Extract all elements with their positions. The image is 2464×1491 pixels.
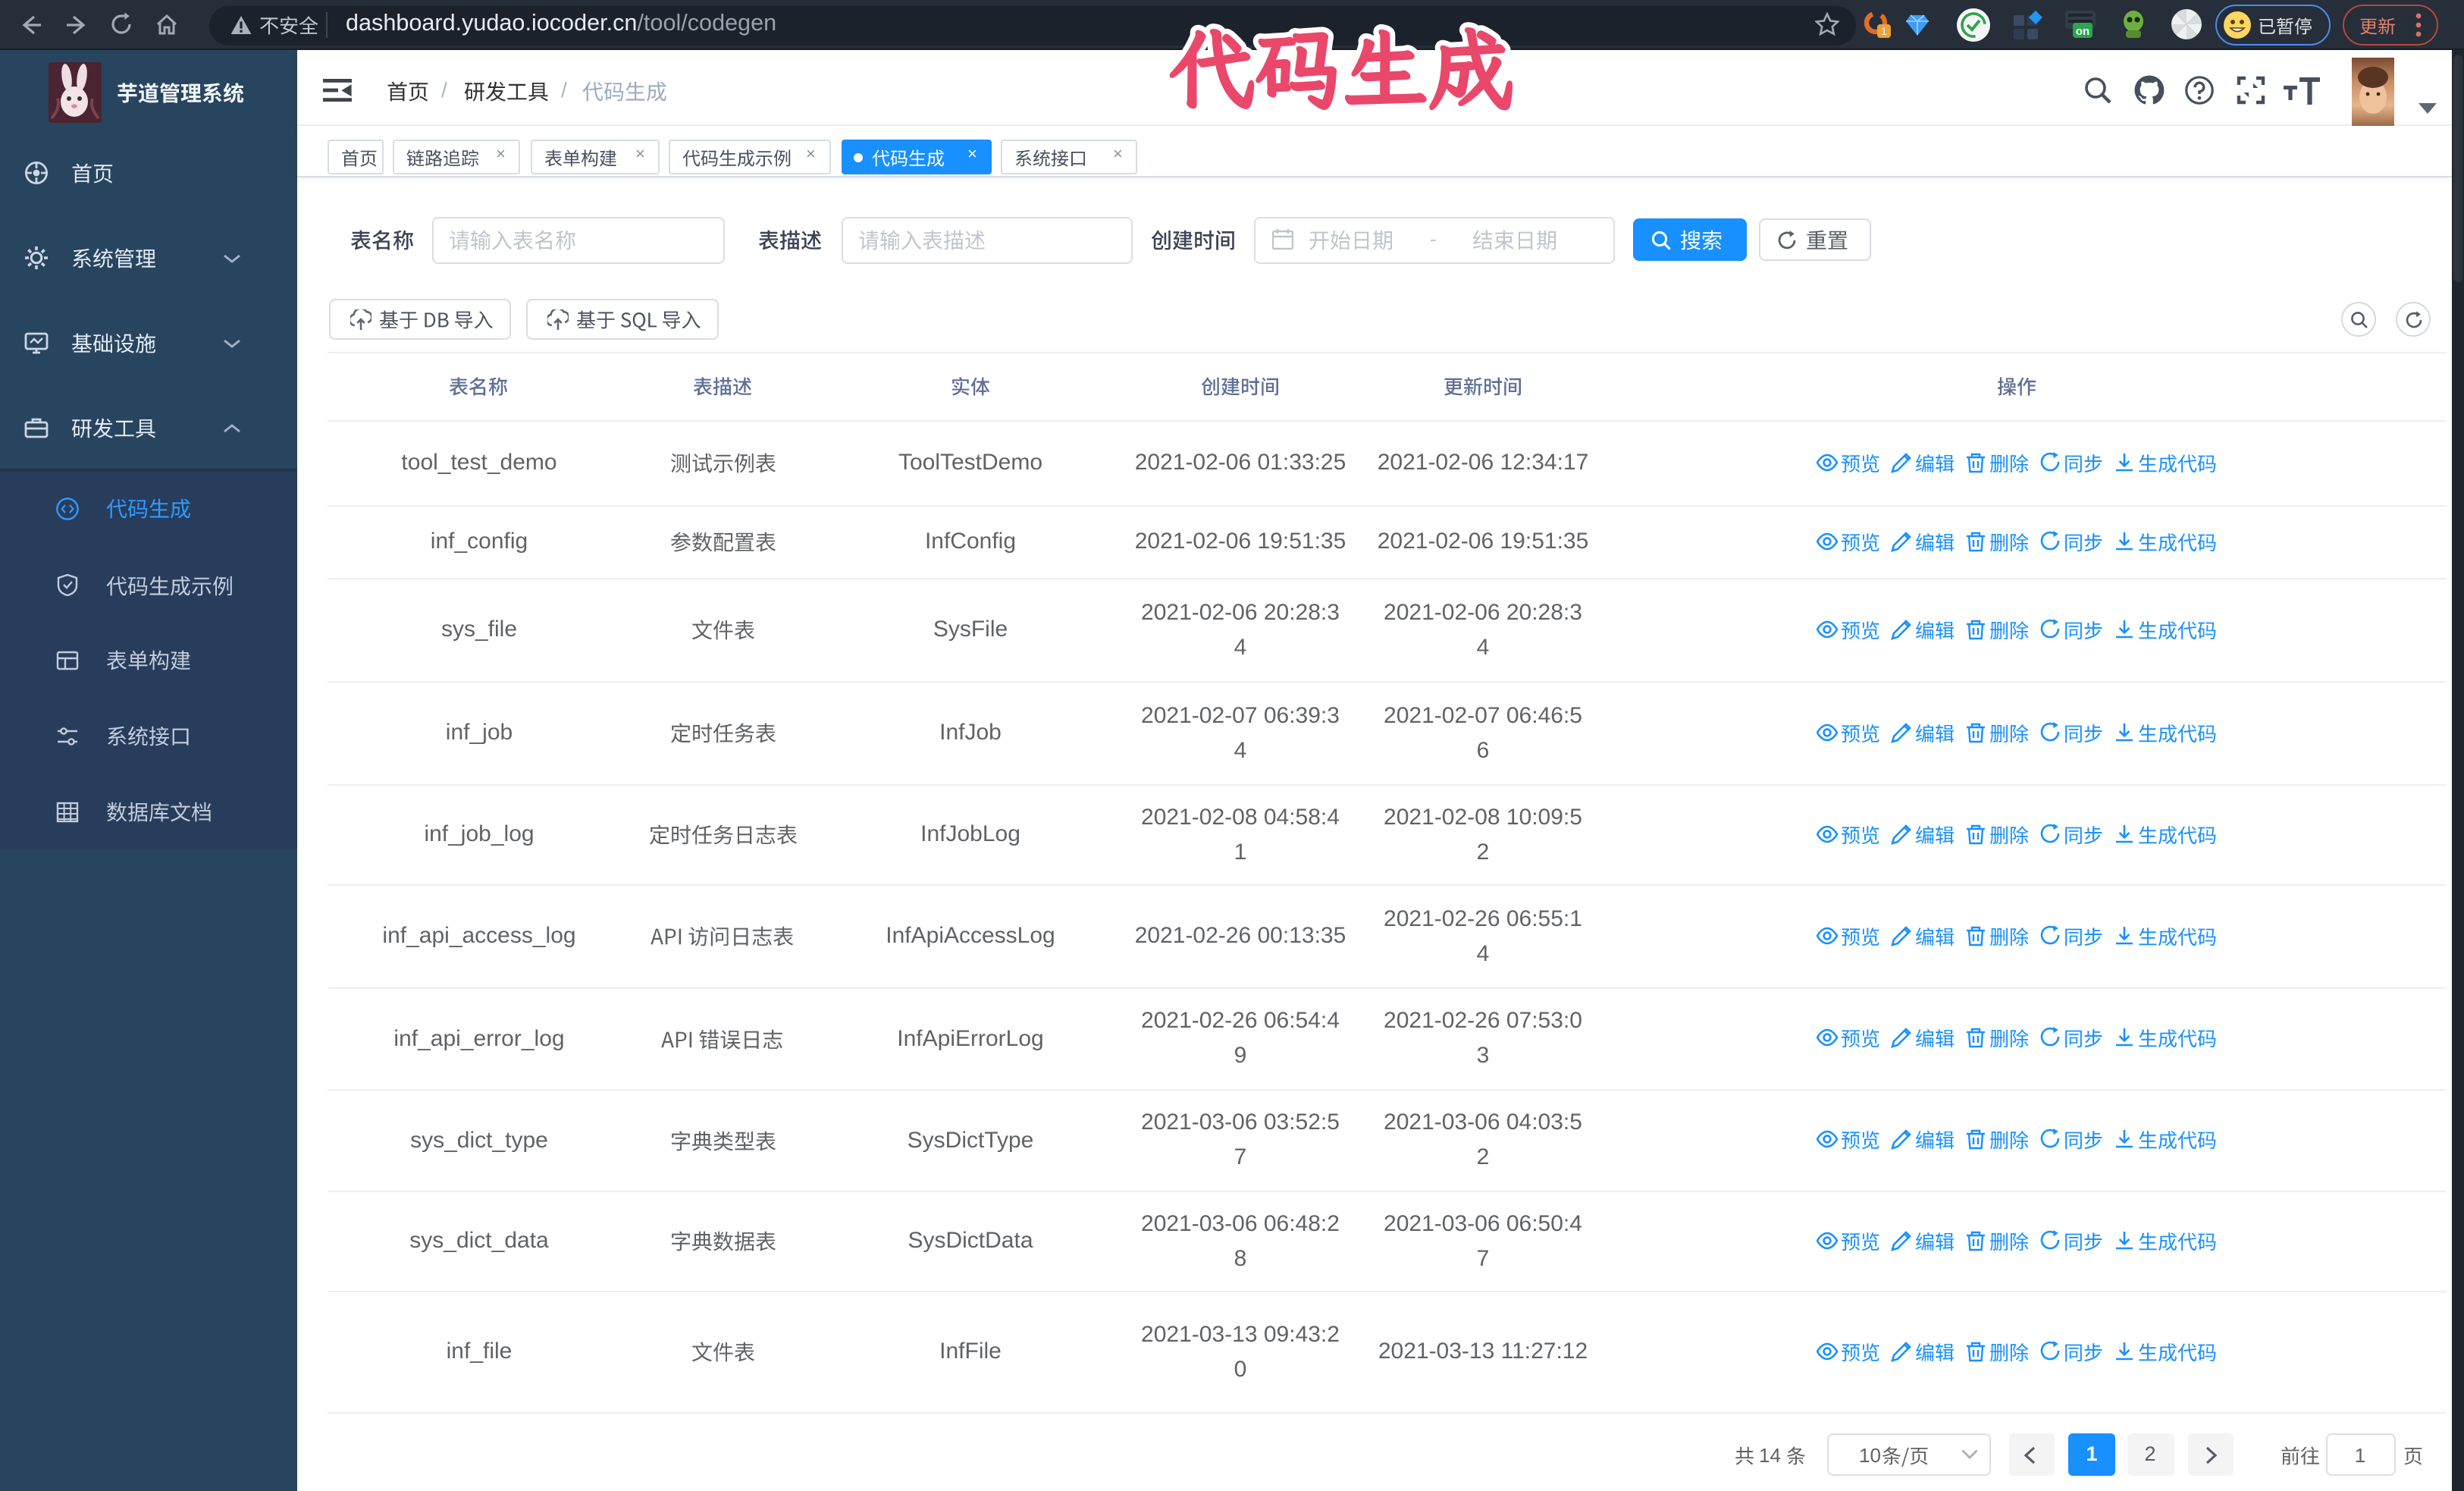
svg-text:1: 1 (1881, 25, 1887, 37)
svg-text:on: on (2076, 25, 2089, 38)
